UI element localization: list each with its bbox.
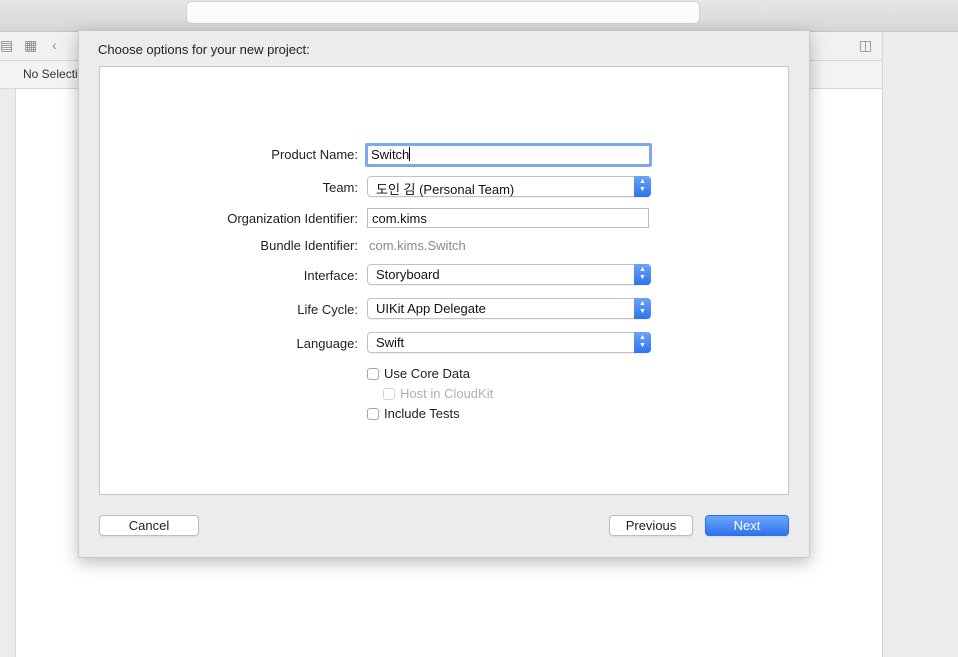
use-core-data-checkbox[interactable] xyxy=(367,368,379,380)
bundle-identifier-label: Bundle Identifier: xyxy=(260,238,358,253)
product-name-label: Product Name: xyxy=(271,147,358,162)
interface-popup[interactable]: Storyboard ▲ ▼ xyxy=(367,264,651,285)
include-tests-checkbox[interactable] xyxy=(367,408,379,420)
life-cycle-label: Life Cycle: xyxy=(297,302,358,317)
include-tests-label: Include Tests xyxy=(384,406,460,421)
previous-button[interactable]: Previous xyxy=(609,515,693,536)
interface-label: Interface: xyxy=(303,268,358,283)
use-core-data-option[interactable]: Use Core Data xyxy=(367,366,470,381)
life-cycle-value: UIKit App Delegate xyxy=(376,301,486,316)
sheet-title: Choose options for your new project: xyxy=(98,42,310,57)
cancel-button[interactable]: Cancel xyxy=(99,515,199,536)
product-name-field[interactable]: Switch xyxy=(365,143,652,167)
popup-arrows-icon: ▲ ▼ xyxy=(634,264,651,285)
popup-arrows-icon: ▲ ▼ xyxy=(634,176,651,197)
life-cycle-popup[interactable]: UIKit App Delegate ▲ ▼ xyxy=(367,298,651,319)
team-value: 도인 김 (Personal Team) xyxy=(376,182,515,197)
organization-identifier-value: com.kims xyxy=(372,211,427,226)
language-popup[interactable]: Swift ▲ ▼ xyxy=(367,332,651,353)
activity-viewer xyxy=(186,1,700,24)
window-titlebar xyxy=(0,0,958,32)
options-panel: Product Name: Switch Team: 도인 김 (Persona… xyxy=(99,66,789,495)
team-label: Team: xyxy=(322,180,358,195)
navigator-icon[interactable]: ▤ xyxy=(0,37,13,53)
language-label: Language: xyxy=(296,336,358,351)
host-in-cloudkit-label: Host in CloudKit xyxy=(400,386,494,401)
organization-identifier-field[interactable]: com.kims xyxy=(367,208,649,228)
left-gutter xyxy=(0,89,16,657)
popup-arrows-icon: ▲ ▼ xyxy=(634,332,651,353)
new-project-options-sheet: Choose options for your new project: Pro… xyxy=(78,31,810,558)
host-in-cloudkit-option: Host in CloudKit xyxy=(383,386,493,401)
popup-arrows-icon: ▲ ▼ xyxy=(634,298,651,319)
inspector-toggle-icon[interactable]: ◫ xyxy=(859,37,872,53)
next-button[interactable]: Next xyxy=(705,515,789,536)
product-name-value: Switch xyxy=(371,147,410,162)
interface-value: Storyboard xyxy=(376,267,440,282)
organization-identifier-label: Organization Identifier: xyxy=(227,211,358,226)
grid-icon[interactable]: ▦ xyxy=(24,37,37,53)
bundle-identifier-value: com.kims.Switch xyxy=(369,238,466,253)
language-value: Swift xyxy=(376,335,405,350)
back-chevron-icon[interactable]: ‹ xyxy=(52,37,57,53)
include-tests-option[interactable]: Include Tests xyxy=(367,406,460,421)
inspector-area xyxy=(882,32,958,657)
team-popup[interactable]: 도인 김 (Personal Team) ▲ ▼ xyxy=(367,176,651,197)
use-core-data-label: Use Core Data xyxy=(384,366,470,381)
text-caret xyxy=(409,147,411,161)
host-in-cloudkit-checkbox xyxy=(383,388,395,400)
